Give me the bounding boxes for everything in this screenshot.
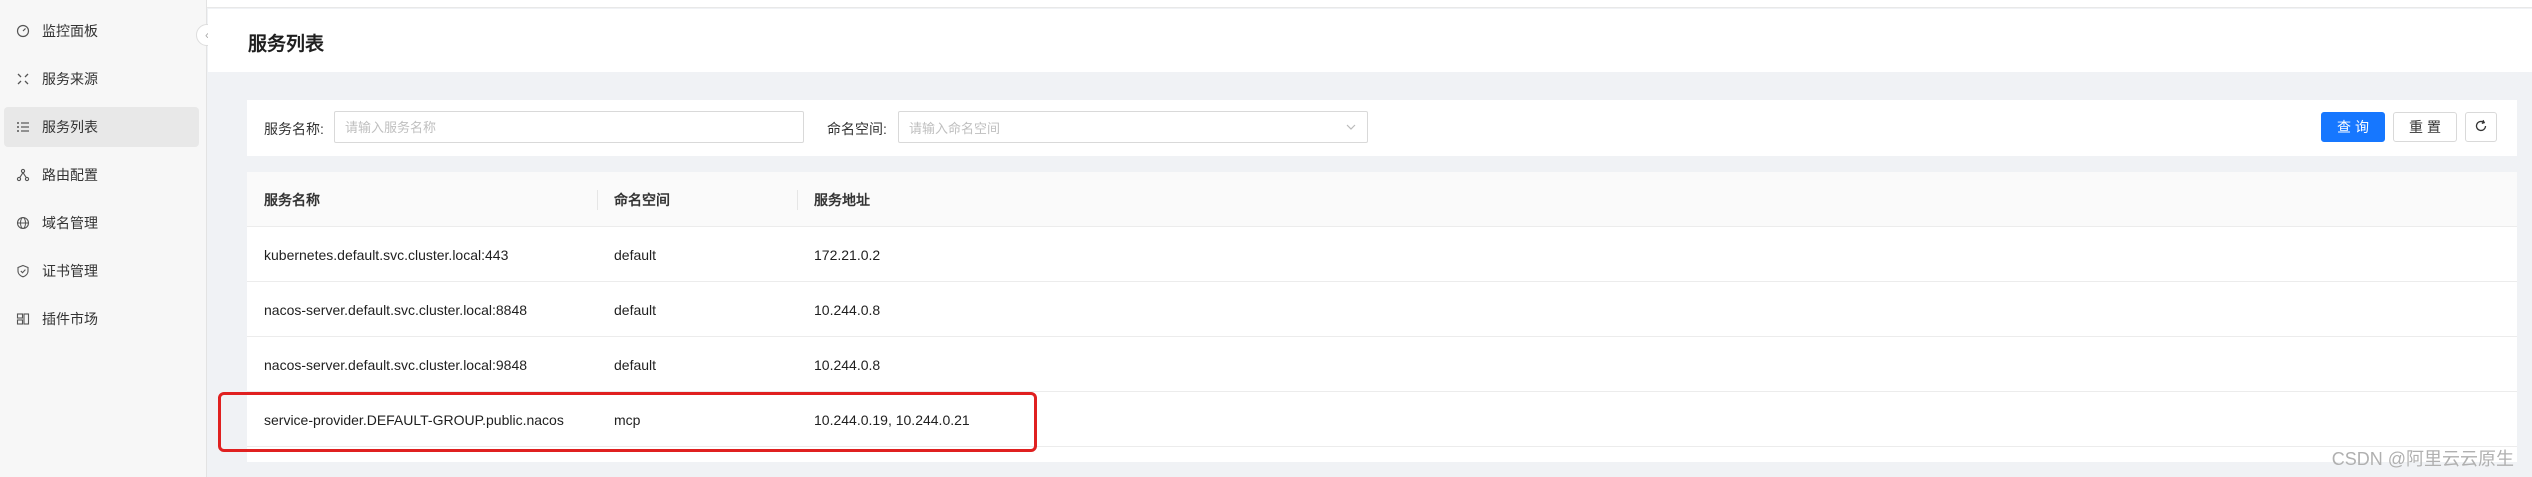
cell-service-name: nacos-server.default.svc.cluster.local:8… [264,301,528,318]
filter-bar: 服务名称: 命名空间: 请输入命名空间 查询 重置 [247,100,2517,156]
sidebar-item-label: 监控面板 [42,23,98,39]
sidebar-item-plugins[interactable]: 插件市场 [4,299,199,339]
table-row: nacos-server.default.svc.cluster.local:8… [247,282,2517,337]
sidebar-item-label: 插件市场 [42,311,98,327]
watermark: CSDN @阿里云云原生 [2331,449,2514,469]
refresh-icon [2474,119,2488,136]
table-row: nacos-server.default.svc.cluster.local:9… [247,337,2517,392]
column-header-service-name: 服务名称 [264,191,320,208]
service-name-input[interactable] [345,119,793,135]
namespace-label: 命名空间: [827,121,887,137]
cell-service-name: nacos-server.default.svc.cluster.local:9… [264,356,528,373]
cell-address: 10.244.0.8 [814,356,881,373]
service-name-label: 服务名称: [264,121,324,137]
sidebar-item-domains[interactable]: 域名管理 [4,203,199,243]
list-icon [16,120,30,134]
route-icon [16,168,30,182]
dashboard-icon [16,24,30,38]
sidebar-item-label: 域名管理 [42,215,98,231]
service-name-field[interactable] [334,111,804,143]
column-header-address: 服务地址 [814,191,870,208]
page-header: 服务列表 [208,9,2532,72]
cell-address: 10.244.0.8 [814,301,881,318]
sidebar-item-source[interactable]: 服务来源 [4,59,199,99]
cell-address: 172.21.0.2 [814,246,881,263]
highlight-box [218,392,1037,452]
sidebar-item-certs[interactable]: 证书管理 [4,251,199,291]
reset-button[interactable]: 重置 [2393,112,2457,142]
sidebar-item-label: 证书管理 [42,263,98,279]
query-button[interactable]: 查询 [2321,112,2385,142]
page-title: 服务列表 [248,34,325,55]
cell-namespace: default [614,356,657,373]
shield-icon [16,264,30,278]
sidebar-item-label: 路由配置 [42,167,98,183]
table-header: 服务名称 命名空间 服务地址 [247,172,2517,227]
plugin-icon [16,312,30,326]
column-divider [597,190,598,210]
sidebar-item-label: 服务来源 [42,71,98,87]
sidebar-item-dashboard[interactable]: 监控面板 [4,11,199,51]
cell-namespace: default [614,246,657,263]
chevron-down-icon [1345,121,1357,136]
sidebar-item-label: 服务列表 [42,119,98,135]
sidebar: 监控面板 服务来源 服务列表 路由配置 域名管理 证书管理 插件市场 [0,0,207,477]
top-bar [0,0,2532,8]
table-row: kubernetes.default.svc.cluster.local:443… [247,227,2517,282]
column-divider [797,190,798,210]
globe-icon [16,216,30,230]
namespace-select[interactable]: 请输入命名空间 [898,111,1368,143]
cell-namespace: default [614,301,657,318]
cell-service-name: kubernetes.default.svc.cluster.local:443 [264,246,509,263]
column-header-namespace: 命名空间 [614,191,670,208]
namespace-placeholder: 请输入命名空间 [909,120,1001,136]
refresh-button[interactable] [2465,112,2497,142]
sidebar-item-routes[interactable]: 路由配置 [4,155,199,195]
sidebar-item-services[interactable]: 服务列表 [4,107,199,147]
source-icon [16,72,30,86]
